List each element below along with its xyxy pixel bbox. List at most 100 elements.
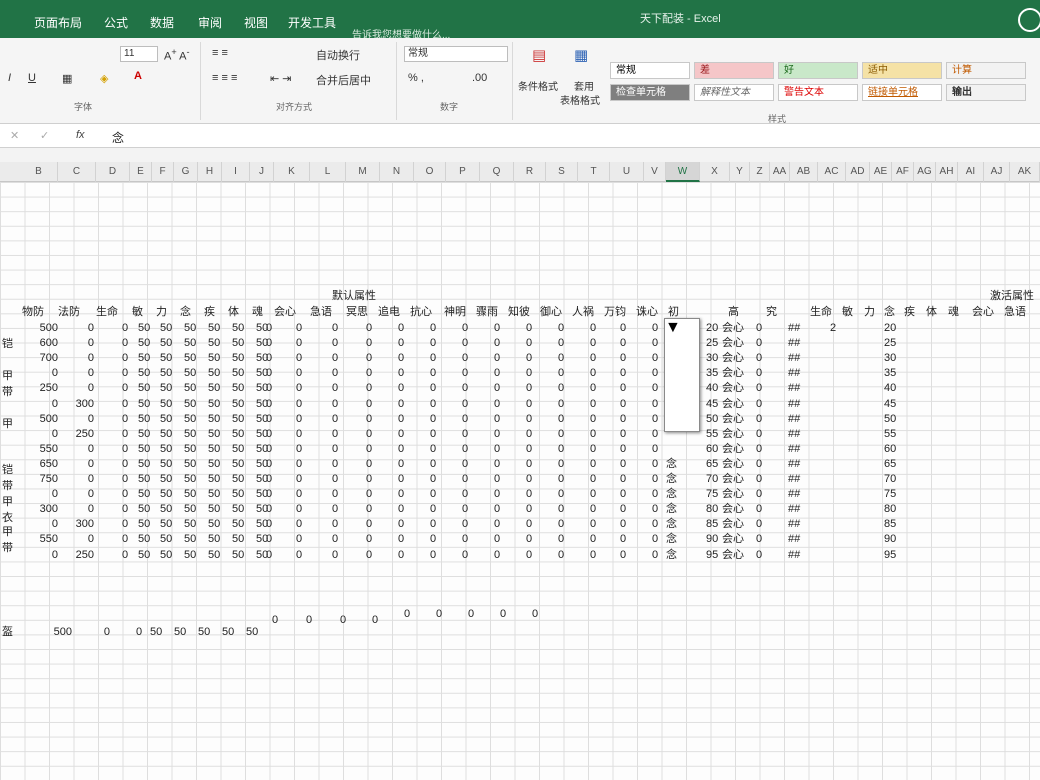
align-top-icon[interactable]: ≡ ≡ — [212, 47, 228, 59]
column-header-c[interactable]: C — [58, 162, 96, 182]
column-header-l[interactable]: L — [310, 162, 346, 182]
column-header-y[interactable]: Y — [730, 162, 750, 182]
style-bad[interactable]: 差 — [694, 62, 774, 79]
confirm-icon[interactable]: ✓ — [40, 129, 49, 142]
table-format-button[interactable]: 表格格式 — [560, 92, 600, 107]
column-header-af[interactable]: AF — [892, 162, 914, 182]
column-header-z[interactable]: Z — [750, 162, 770, 182]
percent-icon[interactable]: % , — [408, 72, 424, 84]
column-header-j[interactable]: J — [250, 162, 274, 182]
column-header-g[interactable]: G — [174, 162, 198, 182]
column-header-t[interactable]: T — [578, 162, 610, 182]
column-header-d[interactable]: D — [96, 162, 130, 182]
column-header-ag[interactable]: AG — [914, 162, 936, 182]
style-calc[interactable]: 计算 — [946, 62, 1026, 79]
indent-icon[interactable]: ⇤ ⇥ — [270, 72, 292, 85]
cell-value: 0 — [398, 427, 405, 440]
tab-review[interactable]: 审阅 — [198, 14, 222, 31]
cell-active-nian: 35 — [884, 367, 897, 380]
column-header-ac[interactable]: AC — [818, 162, 846, 182]
underline-icon[interactable]: U — [28, 72, 36, 84]
style-check-cell[interactable]: 检查单元格 — [610, 84, 690, 101]
cell-active-nian: 65 — [884, 457, 897, 470]
column-header-ai[interactable]: AI — [958, 162, 984, 182]
font-color-icon[interactable]: A — [134, 70, 142, 82]
column-header-e[interactable]: E — [130, 162, 152, 182]
tab-page-layout[interactable]: 页面布局 — [34, 14, 82, 31]
cond-format-button[interactable]: 条件格式 — [518, 78, 558, 93]
cell-value: 0 — [652, 352, 659, 365]
style-output[interactable]: 输出 — [946, 84, 1026, 101]
row-label: 带 — [2, 542, 13, 554]
table-format-icon[interactable]: ▦ — [574, 46, 588, 64]
cell-value: 0 — [332, 518, 339, 531]
cell-level: 35 — [706, 367, 719, 380]
column-header-u[interactable]: U — [610, 162, 644, 182]
sheet-grid[interactable]: 默认属性 激活属性 物防 法防 生命敏力念疾体魂会心 急语 冥思 追电 抗心 神明 骤雨 知彼 御心 人祸… — [0, 182, 1040, 780]
column-header-ah[interactable]: AH — [936, 162, 958, 182]
style-explanatory[interactable]: 解释性文本 — [694, 84, 774, 101]
tab-formulas[interactable]: 公式 — [104, 14, 128, 31]
align-left-icon[interactable]: ≡ ≡ ≡ — [212, 72, 237, 84]
column-header-f[interactable]: F — [152, 162, 174, 182]
column-header-m[interactable]: M — [346, 162, 380, 182]
column-label: 高 — [728, 306, 739, 318]
column-header-ak[interactable]: AK — [1010, 162, 1040, 182]
border-icon[interactable]: ▦ — [62, 72, 72, 85]
number-format-box[interactable]: 常规 — [404, 46, 508, 62]
column-header-h[interactable]: H — [198, 162, 222, 182]
tab-view[interactable]: 视图 — [244, 14, 268, 31]
column-header-o[interactable]: O — [414, 162, 446, 182]
style-neutral[interactable]: 适中 — [862, 62, 942, 79]
cell-value: 0 — [462, 442, 469, 455]
column-header-v[interactable]: V — [644, 162, 666, 182]
cell-value: 0 — [558, 457, 565, 470]
style-good[interactable]: 好 — [778, 62, 858, 79]
style-warning[interactable]: 警告文本 — [778, 84, 858, 101]
tab-data[interactable]: 数据 — [150, 14, 174, 31]
fx-icon[interactable]: fx — [76, 129, 85, 141]
user-avatar-icon[interactable] — [1018, 8, 1040, 32]
font-size-box[interactable]: 11 — [120, 46, 158, 62]
italic-icon[interactable]: I — [8, 72, 11, 84]
wrap-text-button[interactable]: 自动换行 — [316, 47, 360, 63]
merge-center-button[interactable]: 合并后居中 — [316, 72, 371, 88]
cell-value: 0 — [462, 382, 469, 395]
column-header-aa[interactable]: AA — [770, 162, 790, 182]
cancel-icon[interactable]: ✕ — [10, 129, 19, 142]
column-header-n[interactable]: N — [380, 162, 414, 182]
column-header-k[interactable]: K — [274, 162, 310, 182]
column-label: 冥思 — [346, 306, 368, 318]
column-header-ad[interactable]: AD — [846, 162, 870, 182]
column-header-q[interactable]: Q — [480, 162, 514, 182]
column-header-b[interactable]: B — [20, 162, 58, 182]
column-header-s[interactable]: S — [546, 162, 578, 182]
fill-color-icon[interactable]: ◈ — [100, 72, 108, 85]
decimal-icon[interactable]: .00 — [472, 72, 487, 84]
column-header-r[interactable]: R — [514, 162, 546, 182]
formula-input[interactable]: 念 — [112, 129, 124, 146]
column-header-ab[interactable]: AB — [790, 162, 818, 182]
column-header-p[interactable]: P — [446, 162, 480, 182]
column-header-aj[interactable]: AJ — [984, 162, 1010, 182]
dropdown-arrow-icon[interactable]: ▼ — [664, 318, 700, 432]
increase-font-icon[interactable]: A+ A- — [164, 47, 190, 63]
tab-developer[interactable]: 开发工具 — [288, 14, 336, 31]
cond-format-icon[interactable]: ▤ — [532, 46, 546, 64]
total-value: 0 — [340, 614, 347, 626]
cell-value: 0 — [266, 442, 273, 455]
column-header-ae[interactable]: AE — [870, 162, 892, 182]
column-header-w[interactable]: W — [666, 162, 700, 182]
cell-value: 0 — [590, 488, 597, 501]
style-linked-cell[interactable]: 链接单元格 — [862, 84, 942, 101]
cell-stat: 50 — [138, 488, 151, 501]
row-label: 铠 — [2, 338, 13, 350]
cell-value: 0 — [398, 503, 405, 516]
column-header-x[interactable]: X — [700, 162, 730, 182]
cell-value: 0 — [266, 412, 273, 425]
cell-value: 0 — [332, 442, 339, 455]
column-headers: B C D E F G H I J K L M N O P Q R S T U V W X Y Z AA AB AC AD AE AF AG A… — [0, 162, 1040, 182]
cell-stat: 50 — [160, 503, 173, 516]
column-header-i[interactable]: I — [222, 162, 250, 182]
style-normal[interactable]: 常规 — [610, 62, 690, 79]
